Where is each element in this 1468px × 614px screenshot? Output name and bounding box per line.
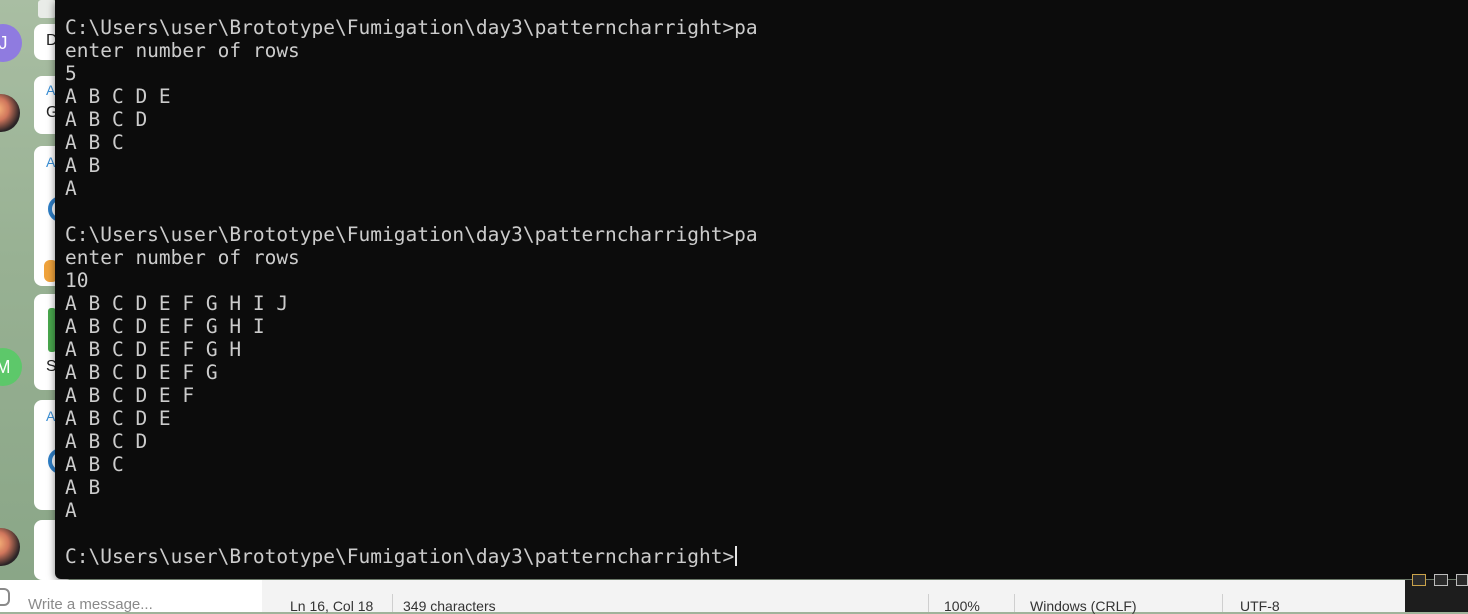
paperclip-icon[interactable] (0, 588, 10, 606)
terminal-line: A B C D E F G H I (65, 315, 265, 338)
window-icon[interactable] (1434, 574, 1448, 586)
terminal-prompt-line[interactable]: C:\Users\user\Brototype\Fumigation\day3\… (65, 545, 758, 568)
terminal-line: A B C (65, 131, 124, 154)
terminal-line: A B C D E (65, 85, 171, 108)
terminal-line: A B C D E (65, 407, 171, 430)
terminal-output[interactable]: C:\Users\user\Brototype\Fumigation\day3\… (65, 16, 758, 568)
terminal-line: A B C D E F G H I J (65, 292, 289, 315)
divider (1014, 594, 1015, 612)
terminal-line: A B C (65, 453, 124, 476)
terminal-line: A B C D (65, 108, 148, 131)
divider (928, 594, 929, 612)
terminal-line: A B C D (65, 430, 148, 453)
window-icon[interactable] (1456, 574, 1468, 586)
terminal-line: A B (65, 476, 101, 499)
terminal-line: A (65, 177, 77, 200)
terminal-line: enter number of rows (65, 246, 300, 269)
terminal-prompt: C:\Users\user\Brototype\Fumigation\day3\… (65, 545, 735, 568)
status-bar: Ln 16, Col 18 349 characters 100% Window… (262, 580, 1405, 614)
terminal-line: 10 (65, 269, 89, 292)
terminal-line: enter number of rows (65, 39, 300, 62)
message-sender: A (46, 408, 56, 424)
terminal-line: A B (65, 154, 101, 177)
terminal-line: A B C D E F (65, 384, 195, 407)
avatar-initial: J (0, 32, 8, 53)
terminal-window[interactable]: C:\Users\user\Brototype\Fumigation\day3\… (55, 0, 1468, 579)
message-input[interactable]: Write a message... (0, 580, 263, 613)
text-cursor (735, 546, 738, 566)
message-sender: A (46, 154, 56, 170)
window-icon[interactable] (1412, 574, 1426, 586)
chat-scrollbar-thumb[interactable] (38, 0, 56, 18)
divider (392, 594, 393, 612)
divider (1222, 594, 1223, 612)
terminal-line: 5 (65, 62, 77, 85)
terminal-line: C:\Users\user\Brototype\Fumigation\day3\… (65, 16, 758, 39)
terminal-line: C:\Users\user\Brototype\Fumigation\day3\… (65, 223, 758, 246)
terminal-line: A (65, 499, 77, 522)
message-sender: A (46, 82, 56, 98)
message-input-placeholder: Write a message... (28, 596, 153, 613)
terminal-line: A B C D E F G H (65, 338, 242, 361)
avatar-initial: M (0, 356, 11, 377)
terminal-line: A B C D E F G (65, 361, 218, 384)
